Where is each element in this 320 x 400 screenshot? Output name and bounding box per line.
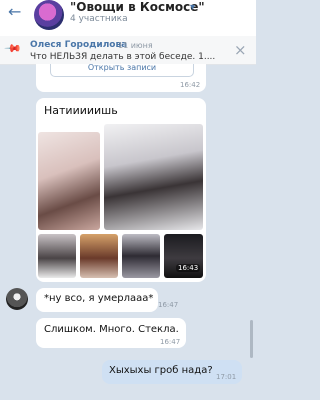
chat-title[interactable]: "Овощи в Космосе" xyxy=(70,0,205,14)
chevron-down-icon[interactable]: ▾ xyxy=(190,2,195,13)
photo[interactable] xyxy=(104,124,203,230)
pinned-date: 11 июня xyxy=(118,41,153,50)
message-time: 16:47 xyxy=(160,338,181,346)
photo-thumbnail[interactable] xyxy=(80,234,118,278)
outgoing-message-bubble: Хыхыхы гроб нада? 17:01 xyxy=(102,360,242,384)
message-time: 16:47 xyxy=(158,301,179,309)
photo-thumbnail[interactable] xyxy=(38,234,76,278)
photo-album-message: Натииииишь 16:43 xyxy=(36,98,206,282)
scrollbar[interactable] xyxy=(250,320,253,358)
chat-members-count: 4 участника xyxy=(70,14,128,24)
message-text: Слишком. Много. Стекла. xyxy=(44,324,179,335)
pinned-message-bar[interactable]: 📌 Олеся Городилова 11 июня Что НЕЛЬЗЯ де… xyxy=(0,36,256,65)
open-posts-button[interactable]: Открыть записи xyxy=(50,64,194,77)
chat-avatar[interactable] xyxy=(34,0,64,30)
message-bubble: Открыть записи 16:42 xyxy=(36,64,206,92)
arrow-left-icon[interactable]: ← xyxy=(8,2,21,21)
chat-header: ← "Овощи в Космосе" ▾ 4 участника xyxy=(0,0,256,37)
pinned-author: Олеся Городилова xyxy=(30,40,128,50)
message-text: *ну всо, я умерлааа* xyxy=(44,293,154,304)
message-time: 17:01 xyxy=(216,373,237,381)
message-time: 16:42 xyxy=(180,81,201,89)
message-text: Натииииишь xyxy=(44,104,118,117)
photo[interactable] xyxy=(38,132,100,230)
pin-icon: 📌 xyxy=(3,39,23,58)
message-bubble: Слишком. Много. Стекла. 16:47 xyxy=(36,318,186,348)
pinned-text: Что НЕЛЬЗЯ делать в этой беседе. 1.... xyxy=(30,52,216,62)
photo-time: 16:43 xyxy=(176,264,201,272)
message-bubble: *ну всо, я умерлааа* 16:47 xyxy=(36,288,178,312)
sender-avatar[interactable] xyxy=(6,288,28,310)
photo-thumbnail[interactable]: 16:43 xyxy=(164,234,203,278)
photo-thumbnail[interactable] xyxy=(122,234,160,278)
message-text: Хыхыхы гроб нада? xyxy=(109,365,213,376)
close-icon[interactable]: × xyxy=(234,41,247,59)
